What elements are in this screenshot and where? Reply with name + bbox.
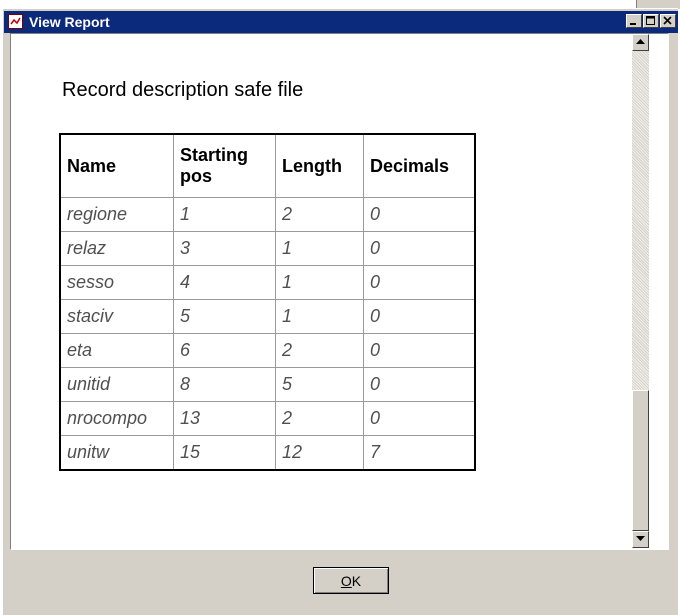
cell-length: 2 (275, 401, 364, 436)
cell-name: nrocompo (59, 401, 174, 436)
table-row: regione 1 2 0 (59, 197, 476, 232)
cell-name: sesso (59, 265, 174, 300)
cell-starting-pos: 4 (173, 265, 276, 300)
app-icon (8, 14, 23, 29)
cell-decimals: 0 (363, 367, 476, 402)
record-description-table: Name Starting pos Length Decimals regione… (59, 133, 476, 471)
column-header-starting-pos: Starting pos (173, 133, 276, 198)
cell-decimals: 0 (363, 401, 476, 436)
cell-length: 1 (275, 265, 364, 300)
cell-starting-pos: 6 (173, 333, 276, 368)
cell-length: 1 (275, 231, 364, 266)
cell-starting-pos: 13 (173, 401, 276, 436)
report-title: Record description safe file (62, 79, 304, 101)
cell-length: 1 (275, 299, 364, 334)
cell-length: 2 (275, 197, 364, 232)
arrow-down-icon (636, 536, 645, 541)
cell-length: 5 (275, 367, 364, 402)
cell-name: staciv (59, 299, 174, 334)
cell-name: regione (59, 197, 174, 232)
table-row: eta 6 2 0 (59, 333, 476, 368)
cell-decimals: 0 (363, 197, 476, 232)
cell-decimals: 0 (363, 231, 476, 266)
column-header-decimals: Decimals (363, 133, 476, 198)
table-row: sesso 4 1 0 (59, 265, 476, 300)
close-icon[interactable] (660, 14, 676, 28)
column-header-length: Length (275, 133, 364, 198)
ok-label-rest: K (351, 572, 362, 589)
scroll-up-button[interactable] (632, 34, 649, 51)
scrollbar-thumb[interactable] (632, 390, 649, 531)
table-header-row: Name Starting pos Length Decimals (59, 133, 476, 198)
window-title: View Report (29, 14, 110, 30)
cell-length: 2 (275, 333, 364, 368)
cell-name: unitid (59, 367, 174, 402)
column-header-name: Name (59, 133, 174, 198)
arrow-up-icon (636, 39, 645, 44)
cell-name: eta (59, 333, 174, 368)
maximize-icon[interactable] (643, 14, 659, 28)
vertical-scrollbar[interactable] (632, 34, 649, 548)
ok-mnemonic: O (340, 572, 352, 589)
cell-starting-pos: 8 (173, 367, 276, 402)
table-row: unitid 8 5 0 (59, 367, 476, 402)
cell-starting-pos: 1 (173, 197, 276, 232)
cell-starting-pos: 15 (173, 435, 276, 471)
table-row: unitw 15 12 7 (59, 435, 476, 471)
scroll-down-button[interactable] (632, 531, 649, 548)
cell-starting-pos: 3 (173, 231, 276, 266)
report-document: Record description safe file Name Starti… (10, 33, 669, 550)
table-row: relaz 3 1 0 (59, 231, 476, 266)
minimize-icon[interactable] (626, 14, 642, 28)
cell-decimals: 0 (363, 265, 476, 300)
cell-name: relaz (59, 231, 174, 266)
cell-name: unitw (59, 435, 174, 471)
cell-decimals: 0 (363, 299, 476, 334)
title-bar[interactable]: View Report (4, 11, 678, 33)
cell-starting-pos: 5 (173, 299, 276, 334)
table-row: staciv 5 1 0 (59, 299, 476, 334)
cell-decimals: 0 (363, 333, 476, 368)
table-row: nrocompo 13 2 0 (59, 401, 476, 436)
cell-length: 12 (275, 435, 364, 471)
ok-button[interactable]: OK (313, 567, 389, 594)
cell-decimals: 7 (363, 435, 476, 471)
